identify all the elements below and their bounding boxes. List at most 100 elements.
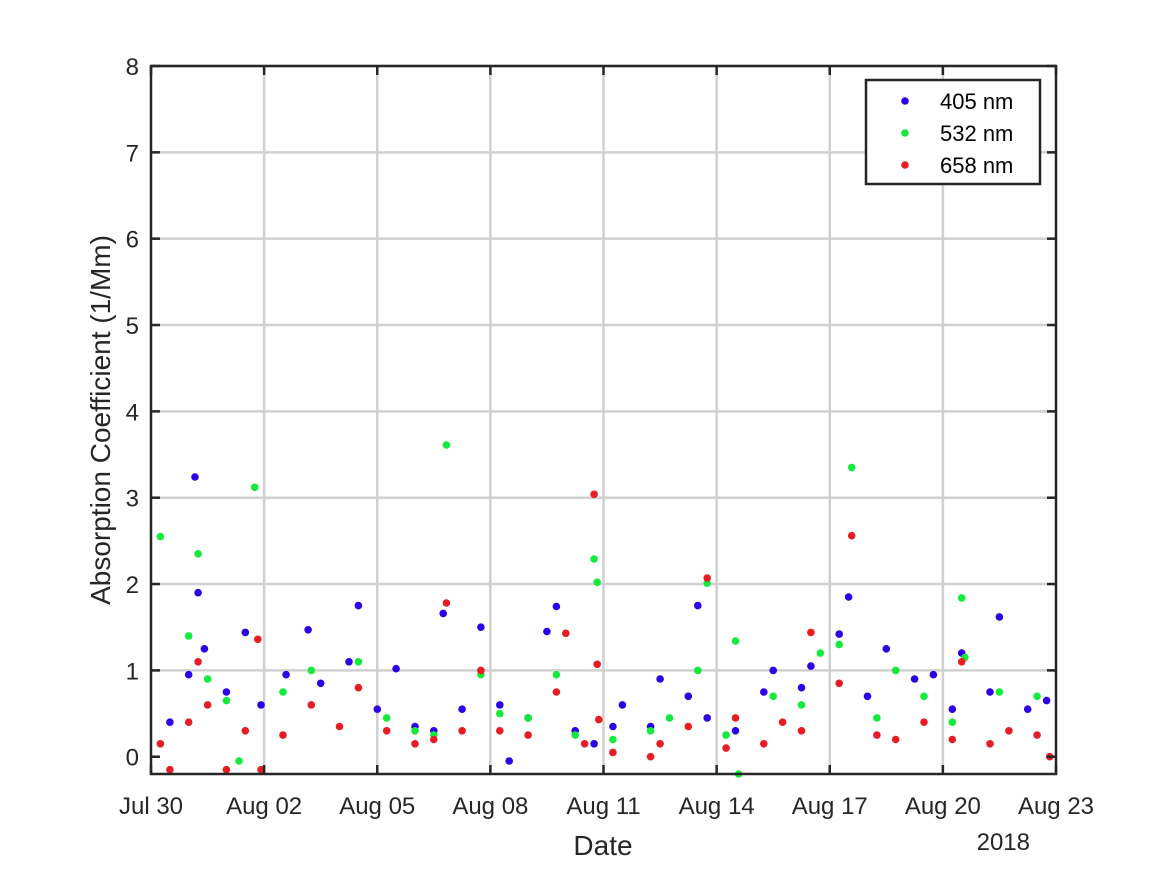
data-point bbox=[458, 727, 466, 735]
data-point bbox=[694, 666, 702, 675]
data-point bbox=[241, 727, 250, 735]
data-point bbox=[496, 701, 504, 709]
legend-marker-532 bbox=[901, 129, 909, 137]
y-tick-label: 8 bbox=[126, 54, 139, 81]
data-point bbox=[609, 735, 617, 744]
data-point bbox=[929, 670, 938, 679]
data-point bbox=[222, 688, 231, 696]
data-point bbox=[986, 688, 994, 696]
data-point bbox=[279, 731, 287, 739]
data-point bbox=[769, 666, 777, 675]
data-point bbox=[646, 752, 655, 761]
data-point bbox=[194, 588, 202, 597]
y-axis-title: Absorption Coefficient (1/Mm) bbox=[85, 235, 116, 605]
data-point bbox=[731, 714, 740, 722]
data-point bbox=[703, 714, 711, 722]
data-point bbox=[543, 627, 551, 636]
data-point bbox=[200, 645, 209, 653]
data-point bbox=[282, 670, 290, 679]
y-tick-label: 5 bbox=[126, 313, 139, 340]
data-point bbox=[222, 765, 231, 774]
data-point bbox=[873, 731, 881, 739]
data-point bbox=[524, 714, 532, 722]
data-point bbox=[184, 718, 193, 726]
data-point bbox=[731, 727, 740, 735]
data-point bbox=[948, 718, 957, 726]
data-point bbox=[844, 593, 853, 601]
data-point bbox=[891, 666, 900, 675]
data-point bbox=[156, 740, 165, 748]
data-point bbox=[477, 666, 485, 675]
y-tick-label: 7 bbox=[126, 140, 139, 167]
legend-marker-658 bbox=[901, 161, 909, 169]
data-point bbox=[1042, 696, 1051, 705]
data-point bbox=[496, 709, 504, 718]
x-tick-label: Aug 08 bbox=[452, 793, 528, 820]
data-point bbox=[1023, 705, 1032, 713]
data-point bbox=[552, 688, 561, 696]
data-point bbox=[257, 701, 265, 709]
legend: 405 nm 532 nm 658 nm bbox=[864, 78, 1042, 186]
data-point bbox=[760, 740, 768, 748]
x-tick-label: Aug 02 bbox=[226, 793, 302, 820]
data-point bbox=[373, 705, 382, 713]
data-point bbox=[948, 735, 957, 744]
x-tick-label: Jul 30 bbox=[119, 793, 183, 820]
data-point bbox=[222, 696, 231, 705]
data-point bbox=[722, 731, 730, 739]
y-tick-label: 4 bbox=[126, 399, 139, 426]
data-point bbox=[778, 718, 787, 726]
data-point bbox=[354, 683, 363, 692]
y-tick-label: 3 bbox=[126, 486, 139, 513]
data-point bbox=[590, 490, 598, 499]
data-point bbox=[694, 601, 702, 610]
y-tick-label: 1 bbox=[126, 658, 139, 685]
data-point bbox=[948, 705, 957, 713]
data-point bbox=[345, 658, 353, 666]
data-point bbox=[760, 688, 768, 696]
data-point bbox=[593, 660, 601, 669]
data-point bbox=[194, 658, 202, 666]
data-point bbox=[382, 714, 391, 722]
data-point bbox=[609, 722, 617, 731]
data-point bbox=[458, 705, 466, 713]
data-point bbox=[156, 532, 165, 541]
data-point bbox=[411, 740, 419, 748]
data-point bbox=[571, 731, 579, 739]
legend-label-658: 658 nm bbox=[940, 153, 1013, 178]
x-tick-label: Aug 14 bbox=[679, 793, 755, 820]
data-point bbox=[835, 640, 843, 649]
data-point bbox=[580, 740, 589, 748]
data-point bbox=[562, 629, 570, 638]
data-point bbox=[442, 599, 451, 607]
data-point bbox=[847, 531, 856, 540]
data-point bbox=[1005, 727, 1013, 735]
x-axis-title: Date bbox=[573, 830, 632, 861]
data-point bbox=[910, 675, 919, 683]
data-point bbox=[920, 718, 928, 726]
data-point bbox=[797, 683, 806, 692]
data-point bbox=[552, 602, 561, 611]
data-point bbox=[957, 594, 966, 602]
data-point bbox=[882, 645, 891, 653]
data-point bbox=[166, 718, 174, 726]
data-point bbox=[1033, 731, 1041, 739]
data-point bbox=[505, 757, 513, 765]
year-label: 2018 bbox=[977, 829, 1030, 856]
y-tick-label: 6 bbox=[126, 227, 139, 254]
data-point bbox=[665, 714, 674, 722]
data-point bbox=[835, 679, 843, 688]
data-point bbox=[304, 626, 312, 634]
data-point bbox=[166, 765, 174, 774]
data-point bbox=[307, 701, 316, 709]
data-point bbox=[769, 692, 777, 701]
data-point bbox=[593, 578, 601, 587]
data-point bbox=[656, 675, 664, 683]
data-point bbox=[316, 679, 325, 688]
data-point bbox=[279, 688, 287, 696]
data-point bbox=[684, 722, 693, 731]
x-tick-label: Aug 17 bbox=[792, 793, 868, 820]
legend-marker-405 bbox=[901, 97, 909, 105]
data-point bbox=[411, 727, 419, 735]
data-point bbox=[496, 727, 504, 735]
